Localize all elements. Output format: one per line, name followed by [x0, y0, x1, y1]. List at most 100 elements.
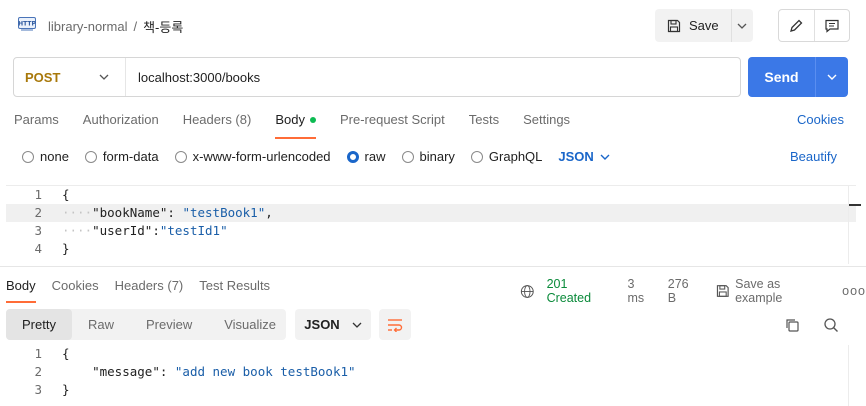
save-button-group: Save [655, 9, 753, 42]
chevron-down-icon [737, 23, 747, 29]
cookies-link[interactable]: Cookies [797, 112, 844, 127]
tab-authorization[interactable]: Authorization [83, 112, 159, 138]
radio-circle-selected [346, 150, 359, 163]
json-value: "testBook1" [182, 205, 266, 220]
url-bar: POST [13, 57, 741, 97]
pencil-icon [790, 19, 803, 32]
view-pretty[interactable]: Pretty [6, 309, 72, 340]
res-tab-cookies[interactable]: Cookies [52, 278, 99, 302]
response-scrollbar[interactable] [848, 345, 862, 406]
radio-label: x-www-form-urlencoded [192, 149, 331, 164]
tab-pre-request-script[interactable]: Pre-request Script [340, 112, 445, 138]
line-number: 1 [34, 187, 42, 202]
beautify-link[interactable]: Beautify [790, 149, 837, 164]
wrap-lines-icon [388, 318, 403, 332]
chevron-down-icon [352, 322, 362, 328]
res-tab-body[interactable]: Body [6, 278, 36, 303]
comment-icon [825, 19, 839, 33]
more-options-icon[interactable]: ooo [842, 284, 866, 298]
globe-icon[interactable] [520, 284, 535, 299]
code-text: { [62, 187, 70, 202]
chevron-down-icon [99, 74, 109, 80]
body-type-options: none form-data x-www-form-urlencoded raw… [22, 149, 610, 164]
line-number: 3 [34, 382, 42, 397]
request-body-editor[interactable]: 1 { 2 ····"bookName": "testBook1", 3 ···… [6, 185, 861, 264]
radio-label: none [40, 149, 69, 164]
chevron-down-icon [827, 74, 837, 80]
save-options-button[interactable] [732, 9, 753, 42]
code-text: ····"bookName": "testBook1", [62, 204, 273, 222]
json-key: "bookName" [92, 205, 168, 220]
json-colon: : [159, 364, 175, 379]
radio-circle [84, 150, 97, 163]
status-badge[interactable]: 201 Created [547, 277, 614, 305]
res-tab-headers[interactable]: Headers (7) [115, 278, 184, 302]
pane-divider[interactable] [0, 266, 866, 267]
code-line: 4 } [6, 240, 856, 258]
json-value: "testId1" [159, 223, 228, 238]
code-line: 1 { [6, 345, 856, 363]
response-time[interactable]: 3 ms [627, 277, 653, 305]
radio-none[interactable]: none [22, 149, 69, 164]
tab-settings[interactable]: Settings [523, 112, 570, 138]
tab-body-label: Body [275, 112, 305, 127]
breadcrumb-request-name[interactable]: 책-등록 [143, 17, 183, 36]
json-key: "message" [92, 364, 160, 379]
send-button-group: Send [748, 57, 848, 97]
tab-body[interactable]: Body [275, 112, 316, 139]
search-icon[interactable] [823, 317, 839, 333]
res-tab-test-results[interactable]: Test Results [199, 278, 270, 302]
body-format-select[interactable]: JSON [558, 149, 610, 164]
chevron-down-icon [600, 154, 610, 160]
radio-raw[interactable]: raw [346, 149, 386, 164]
method-select[interactable]: POST [14, 58, 126, 96]
json-key: "userId" [92, 223, 153, 238]
code-line: 3 ····"userId":"testId1" [6, 222, 856, 240]
response-format-select[interactable]: JSON [295, 309, 371, 340]
save-as-example-label: Save as example [735, 277, 783, 305]
edit-actions-group [778, 9, 850, 42]
radio-circle [470, 150, 483, 163]
radio-label: binary [419, 149, 455, 164]
radio-label: GraphQL [488, 149, 543, 164]
url-input[interactable] [126, 58, 740, 96]
top-bar: HTTP library-normal / 책-등록 Save [0, 0, 866, 50]
tab-headers[interactable]: Headers (8) [183, 112, 252, 138]
response-tabs: Body Cookies Headers (7) Test Results [6, 278, 286, 303]
radio-circle [22, 150, 34, 163]
line-number: 2 [34, 364, 42, 379]
radio-binary[interactable]: binary [401, 149, 455, 164]
response-size[interactable]: 276 B [668, 277, 700, 305]
response-body-viewer[interactable]: 1 { 2 "message": "add new book testBook1… [6, 345, 856, 406]
send-options-button[interactable] [816, 57, 848, 97]
edit-button[interactable] [779, 10, 815, 41]
view-preview[interactable]: Preview [130, 309, 208, 340]
radio-form-data[interactable]: form-data [84, 149, 159, 164]
indent-guide: ···· [62, 205, 93, 220]
view-visualize[interactable]: Visualize [208, 309, 292, 340]
radio-circle [174, 150, 187, 163]
body-format-label: JSON [558, 149, 594, 164]
json-colon: : [167, 205, 183, 220]
save-icon [667, 19, 681, 32]
copy-icon[interactable] [784, 317, 800, 333]
comments-button[interactable] [815, 10, 850, 41]
save-as-example-button[interactable]: Save as example [716, 277, 829, 305]
send-button[interactable]: Send [748, 57, 816, 97]
code-line: 3 } [6, 381, 856, 399]
radio-graphql[interactable]: GraphQL [470, 149, 543, 164]
view-raw[interactable]: Raw [72, 309, 130, 340]
wrap-lines-button[interactable] [379, 309, 411, 340]
editor-scrollbar[interactable] [848, 186, 862, 264]
svg-text:HTTP: HTTP [18, 21, 36, 28]
breadcrumb-collection[interactable]: library-normal [48, 19, 127, 34]
tab-params[interactable]: Params [14, 112, 59, 138]
radio-x-www-form-urlencoded[interactable]: x-www-form-urlencoded [174, 149, 331, 164]
save-button[interactable]: Save [655, 9, 732, 42]
line-number: 3 [34, 223, 42, 238]
code-line: 2 ····"bookName": "testBook1", [6, 204, 856, 222]
body-indicator-dot [309, 116, 316, 123]
code-text: } [62, 241, 70, 256]
tab-tests[interactable]: Tests [469, 112, 499, 138]
line-number: 4 [34, 241, 42, 256]
